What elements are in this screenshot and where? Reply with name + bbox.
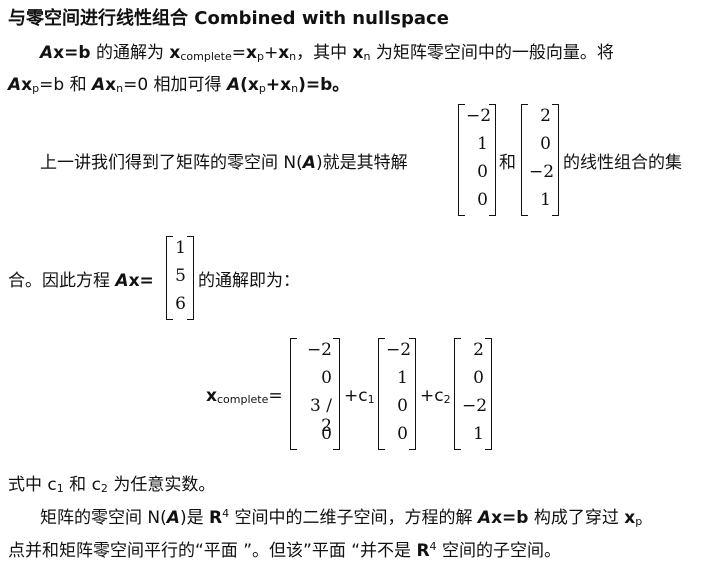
vector-symbol: (x: [240, 75, 259, 95]
text: 空间的子空间。: [436, 541, 561, 561]
vector-symbol: x: [169, 43, 181, 63]
text: =: [268, 386, 283, 406]
coefficient-c2: +c2: [420, 386, 451, 406]
matrix-cell: 0: [473, 368, 484, 388]
text: ，其中: [296, 43, 353, 63]
matrix-symbol: A: [477, 508, 492, 528]
text: 合。因此方程: [8, 271, 116, 291]
matrix-cell: 0: [477, 190, 488, 210]
text: )=b。: [298, 75, 350, 95]
matrix-symbol: A: [91, 75, 106, 95]
paragraph-line-1: Ax=b 的通解为 xcomplete=xp+xn，其中 xn 为矩阵零空间中的…: [40, 38, 614, 63]
subscript: 1: [56, 482, 64, 495]
matrix-symbol: A: [115, 271, 129, 291]
matrix-cell: 0: [397, 424, 408, 444]
rhs-vector-b: 1 5 6: [166, 236, 194, 320]
matrix-cell: 1: [477, 134, 488, 154]
matrix-cell: 0: [397, 396, 408, 416]
matrix-cell: −2: [466, 106, 492, 126]
paragraph-line-2: Axp=b 和 Axn=0 相加可得 A(xp+xn)=b。: [8, 70, 349, 95]
matrix-cell: −2: [386, 340, 412, 360]
text: +c: [344, 386, 368, 406]
text: =0 相加可得: [123, 75, 227, 95]
matrix-cell: 0: [321, 368, 332, 388]
matrix-cell: 2: [540, 106, 551, 126]
text: 为矩阵零空间中的一般向量。将: [370, 43, 614, 63]
text: 空间中的二维子空间，方程的解: [229, 508, 478, 528]
matrix-cell: 0: [540, 134, 551, 154]
text: 矩阵的零空间 N(: [40, 508, 167, 528]
equation-text: x=b: [53, 43, 91, 63]
coefficient-c1: +c1: [344, 386, 375, 406]
matrix-cell: 5: [175, 266, 186, 286]
matrix-cell: −2: [462, 396, 488, 416]
text: 的通解即为：: [198, 271, 300, 291]
subscript: 2: [443, 393, 451, 406]
matrix-symbol: A: [226, 75, 241, 95]
matrix-cell: 0: [321, 424, 332, 444]
section-title: 与零空间进行线性组合 Combined with nullspace: [8, 8, 449, 29]
text: +c: [420, 386, 444, 406]
matrix-symbol: A: [40, 43, 54, 63]
subscript: p: [635, 515, 643, 528]
text: 和: [499, 153, 516, 173]
matrix-cell: 1: [540, 190, 551, 210]
equation-text: x=b: [491, 508, 529, 528]
matrix-symbol: A: [8, 75, 22, 95]
vector-symbol: x: [352, 43, 364, 63]
matrix-cell: 1: [397, 368, 408, 388]
text: 为任意实数。: [107, 475, 216, 495]
text: =: [231, 43, 246, 63]
subscript: complete: [216, 393, 269, 406]
nullspace-vector-1: −2 1 0 0: [458, 104, 496, 216]
matrix-cell: 1: [175, 238, 186, 258]
subscript: p: [256, 50, 264, 63]
superscript: 4: [429, 540, 437, 553]
text: 的线性组合的集: [563, 153, 682, 173]
text: )就是其特解: [315, 153, 408, 173]
matrix-cell: 2: [473, 340, 484, 360]
equation-text: x=: [128, 271, 154, 291]
paragraph-line-3: 上一讲我们得到了矩阵的零空间 N(A)就是其特解: [40, 148, 408, 173]
matrix-cell: −2: [306, 340, 332, 360]
text: )是: [179, 508, 209, 528]
solution-lhs: xcomplete=: [206, 386, 283, 406]
solution-nullspace-vector-1: −2 1 0 0: [378, 338, 416, 450]
vector-symbol: x: [278, 43, 290, 63]
vector-symbol: x: [245, 43, 257, 63]
subscript: n: [363, 50, 371, 63]
vector-symbol: x: [624, 508, 636, 528]
space-symbol: R: [416, 541, 430, 561]
subscript: 2: [100, 482, 108, 495]
paragraph-line-4: 合。因此方程 Ax=: [8, 266, 154, 291]
subscript: complete: [180, 50, 232, 63]
matrix-symbol: A: [302, 153, 316, 173]
solution-nullspace-vector-2: 2 0 −2 1: [454, 338, 492, 450]
space-symbol: R: [208, 508, 223, 528]
matrix-symbol: A: [166, 508, 180, 528]
vector-symbol: x: [206, 386, 217, 406]
matrix-cell: 0: [477, 162, 488, 182]
text: =b 和: [39, 75, 92, 95]
paragraph-line-6: 矩阵的零空间 N(A)是 R4 空间中的二维子空间，方程的解 Ax=b 构成了穿…: [40, 503, 642, 528]
text: 点并和矩阵零空间平行的“平面 ”。但该”平面 “并不是: [8, 541, 417, 561]
vector-symbol: x: [21, 75, 33, 95]
text: 上一讲我们得到了矩阵的零空间 N(: [40, 153, 303, 173]
text: 和 c: [63, 475, 101, 495]
subscript: p: [258, 82, 266, 95]
text: +: [263, 43, 279, 63]
vector-symbol: +x: [265, 75, 292, 95]
matrix-cell: 1: [473, 424, 484, 444]
vector-symbol: x: [105, 75, 117, 95]
text: 构成了穿过: [528, 508, 625, 528]
matrix-cell: 6: [175, 294, 186, 314]
matrix-cell: −2: [529, 162, 555, 182]
paragraph-line-7: 点并和矩阵零空间平行的“平面 ”。但该”平面 “并不是 R4 空间的子空间。: [8, 536, 561, 561]
text: 式中 c: [8, 475, 57, 495]
text: 的通解为: [90, 43, 170, 63]
subscript: 1: [367, 393, 375, 406]
nullspace-vector-2: 2 0 −2 1: [521, 104, 559, 216]
particular-solution-vector: −2 0 3 / 2 0: [290, 338, 340, 450]
paragraph-line-5: 式中 c1 和 c2 为任意实数。: [8, 470, 215, 495]
